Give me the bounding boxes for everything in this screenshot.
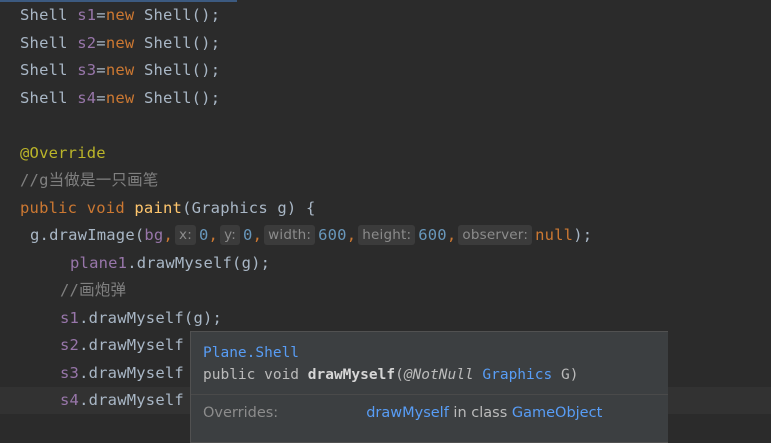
- code-keyword: new: [105, 34, 144, 52]
- code-line-s1-decl[interactable]: Shell s1=new Shell();: [20, 2, 220, 29]
- overrides-in-class: in class: [448, 405, 512, 421]
- code-token: =: [96, 89, 106, 107]
- code-token: .drawMyself(g);: [127, 254, 271, 272]
- sig-type-link[interactable]: Graphics: [482, 367, 552, 383]
- code-number: 0: [243, 226, 253, 244]
- code-line-draw-image[interactable]: g.drawImage(bg, x: 0, y: 0, width: 600, height:…: [30, 222, 592, 249]
- popup-class-link[interactable]: Plane.Shell: [203, 345, 299, 361]
- parameter-hint: x:: [175, 225, 196, 245]
- popup-divider: [191, 394, 668, 395]
- code-field: s1: [60, 309, 80, 327]
- code-line-s3-draw[interactable]: s3.drawMyself: [60, 360, 184, 387]
- code-token: Shell: [20, 89, 78, 107]
- popup-method-signature: public void drawMyself(@NotNull Graphics…: [203, 367, 578, 383]
- code-token: =: [96, 61, 106, 79]
- overrides-label: Overrides:: [203, 405, 279, 421]
- code-token: Shell();: [143, 6, 221, 24]
- code-keyword: ,: [252, 226, 263, 244]
- code-keyword: null: [535, 226, 574, 244]
- code-token: Shell: [20, 6, 78, 24]
- code-field: plane1: [70, 254, 128, 272]
- code-field: s4: [60, 391, 80, 409]
- code-token: g.drawImage(: [30, 226, 145, 244]
- documentation-popup[interactable]: Plane.Shell public void drawMyself(@NotN…: [190, 331, 668, 443]
- code-keyword: new: [105, 6, 144, 24]
- code-line-s2-draw[interactable]: s2.drawMyself: [60, 332, 184, 359]
- parameter-hint: width:: [264, 225, 316, 245]
- code-field: s4: [77, 89, 97, 107]
- code-field: s2: [77, 34, 97, 52]
- code-field: s1: [77, 6, 97, 24]
- popup-overrides-row: Overrides: drawMyself in class GameObject: [203, 405, 602, 421]
- code-annotation: @Override: [20, 144, 106, 162]
- code-token: .drawMyself(g);: [79, 309, 223, 327]
- code-number: 600: [418, 226, 447, 244]
- code-number: 600: [318, 226, 347, 244]
- sig-param: G): [552, 367, 579, 383]
- code-keyword: ,: [163, 226, 174, 244]
- code-field: s2: [60, 336, 80, 354]
- code-line-paint-decl[interactable]: public void paint(Graphics g) {: [20, 195, 316, 222]
- code-line-comment-brush[interactable]: //g当做是一只画笔: [20, 167, 159, 194]
- code-token: Shell: [20, 34, 78, 52]
- overrides-method-link[interactable]: drawMyself: [366, 405, 449, 421]
- code-keyword: ,: [346, 226, 357, 244]
- code-field: bg: [144, 226, 164, 244]
- sig-prefix: public void: [203, 367, 308, 383]
- code-keyword: new: [105, 89, 144, 107]
- code-line-s2-decl[interactable]: Shell s2=new Shell();: [20, 30, 220, 57]
- code-keyword: ,: [208, 226, 219, 244]
- parameter-hint: height:: [358, 225, 416, 245]
- code-comment: //g当做是一只画笔: [20, 171, 159, 189]
- code-token: Shell: [20, 61, 78, 79]
- code-token: Shell();: [143, 34, 221, 52]
- code-token: =: [96, 34, 106, 52]
- code-token: (Graphics g) {: [182, 199, 316, 217]
- code-line-s4-decl[interactable]: Shell s4=new Shell();: [20, 85, 220, 112]
- code-line-s3-decl[interactable]: Shell s3=new Shell();: [20, 57, 220, 84]
- code-token: );: [573, 226, 593, 244]
- sig-method-name: drawMyself: [307, 367, 396, 383]
- code-method-name: paint: [134, 199, 183, 217]
- code-keyword: public void: [20, 199, 135, 217]
- code-line-s1-draw[interactable]: s1.drawMyself(g);: [60, 305, 222, 332]
- overrides-class-link[interactable]: GameObject: [512, 405, 602, 421]
- code-keyword: ,: [446, 226, 457, 244]
- code-comment: //画炮弹: [60, 281, 127, 299]
- code-token: .drawMyself: [79, 364, 184, 382]
- sig-annotation: @NotNull: [403, 367, 474, 383]
- sig-open-paren: (: [395, 367, 404, 383]
- code-number: 0: [198, 226, 209, 244]
- code-line-comment-shells[interactable]: //画炮弹: [60, 277, 126, 304]
- code-token: Shell();: [143, 89, 221, 107]
- code-token: .drawMyself: [79, 391, 184, 409]
- code-field: s3: [60, 364, 80, 382]
- code-line-override[interactable]: @Override: [20, 140, 106, 167]
- code-keyword: new: [105, 61, 144, 79]
- code-token: =: [96, 6, 106, 24]
- code-token: .drawMyself: [79, 336, 184, 354]
- code-field: s3: [77, 61, 97, 79]
- parameter-hint: observer:: [458, 225, 533, 245]
- code-line-plane-draw[interactable]: plane1.drawMyself(g);: [70, 250, 270, 277]
- code-token: Shell();: [143, 61, 221, 79]
- parameter-hint: y:: [220, 225, 241, 245]
